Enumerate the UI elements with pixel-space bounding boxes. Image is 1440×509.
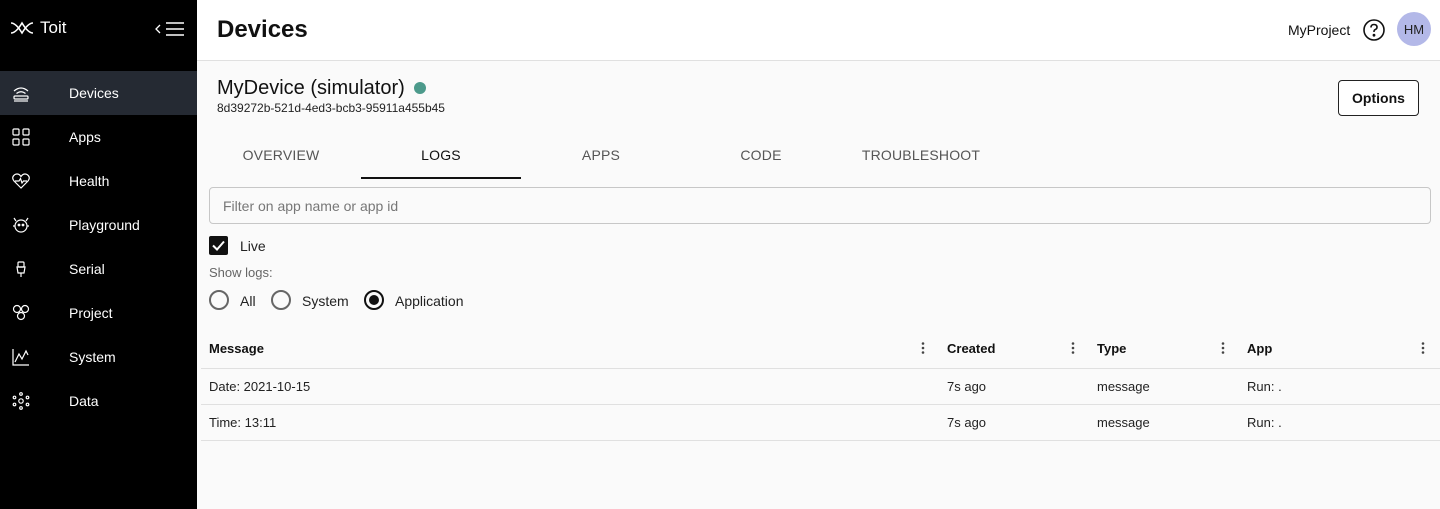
sidebar-item-project[interactable]: Project (0, 291, 197, 335)
devices-icon (13, 87, 29, 102)
sidebar-item-label: Data (69, 393, 99, 409)
project-icon (12, 304, 30, 321)
sidebar-item-health[interactable]: Health (0, 159, 197, 203)
sidebar-item-label: Health (69, 173, 110, 189)
cell-message: Date: 2021-10-15 (209, 379, 311, 394)
sidebar-nav: Devices Apps Health Playground Serial Pr… (0, 71, 197, 423)
live-label: Live (240, 238, 266, 254)
tab-apps[interactable]: APPS (521, 130, 681, 179)
cell-app: Run: . (1247, 379, 1282, 394)
radio-all[interactable] (209, 290, 229, 310)
playground-icon (13, 217, 29, 233)
sidebar-item-label: Apps (69, 129, 101, 145)
column-menu-icon[interactable] (1069, 340, 1077, 356)
log-filter-input[interactable] (209, 187, 1431, 224)
project-selector[interactable]: MyProject (1288, 22, 1350, 38)
device-id: 8d39272b-521d-4ed3-bcb3-95911a455b45 (217, 101, 445, 115)
table-divider (201, 404, 1440, 405)
toit-logo-icon (10, 21, 34, 35)
tab-code[interactable]: CODE (681, 130, 841, 179)
sidebar-item-label: Devices (69, 85, 119, 101)
sidebar-item-system[interactable]: System (0, 335, 197, 379)
online-status-dot (414, 82, 426, 94)
sidebar-item-label: Serial (69, 261, 105, 277)
apps-icon (12, 128, 30, 146)
table-divider (201, 440, 1440, 441)
column-menu-icon[interactable] (1419, 340, 1427, 356)
tab-logs[interactable]: LOGS (361, 130, 521, 179)
menu-collapse-icon (155, 22, 184, 36)
cell-created: 7s ago (947, 379, 987, 394)
column-header-created[interactable]: Created (947, 341, 995, 356)
cell-type: message (1097, 415, 1150, 430)
sidebar-item-data[interactable]: Data (0, 379, 197, 423)
radio-system-label: System (302, 293, 349, 309)
checkmark-icon (212, 240, 225, 251)
sidebar-item-label: Project (69, 305, 113, 321)
top-header: Devices MyProject HM (197, 0, 1440, 61)
brand-logo[interactable]: Toit (10, 17, 66, 39)
sidebar-item-label: System (69, 349, 116, 365)
tab-overview[interactable]: OVERVIEW (201, 130, 361, 179)
radio-application-label: Application (395, 293, 464, 309)
brand-name: Toit (40, 18, 67, 37)
data-icon (12, 392, 30, 410)
page-title: Devices (217, 16, 308, 43)
column-header-app[interactable]: App (1247, 341, 1272, 356)
serial-icon (16, 261, 26, 277)
live-checkbox[interactable] (209, 236, 228, 255)
sidebar-item-playground[interactable]: Playground (0, 203, 197, 247)
column-menu-icon[interactable] (919, 340, 927, 356)
cell-message: Time: 13:11 (209, 415, 277, 430)
radio-system[interactable] (271, 290, 291, 310)
column-header-message[interactable]: Message (209, 341, 264, 356)
radio-all-label: All (240, 293, 256, 309)
collapse-sidebar-button[interactable] (155, 20, 185, 38)
sidebar-item-devices[interactable]: Devices (0, 71, 197, 115)
show-logs-label: Show logs: (209, 265, 273, 280)
sidebar-item-label: Playground (69, 217, 140, 233)
sidebar-item-apps[interactable]: Apps (0, 115, 197, 159)
health-icon (12, 173, 30, 189)
cell-created: 7s ago (947, 415, 987, 430)
tab-troubleshoot[interactable]: TROUBLESHOOT (841, 130, 1001, 179)
table-divider (201, 368, 1440, 369)
radio-application[interactable] (364, 290, 384, 310)
device-name: MyDevice (simulator) (217, 77, 405, 99)
help-icon[interactable] (1362, 18, 1386, 42)
cell-app: Run: . (1247, 415, 1282, 430)
cell-type: message (1097, 379, 1150, 394)
device-tabs: OVERVIEW LOGS APPS CODE TROUBLESHOOT (201, 130, 1001, 179)
avatar[interactable]: HM (1397, 12, 1431, 46)
column-header-type[interactable]: Type (1097, 341, 1126, 356)
sidebar-item-serial[interactable]: Serial (0, 247, 197, 291)
options-button[interactable]: Options (1338, 80, 1419, 116)
system-icon (12, 349, 29, 366)
sidebar: Toit Devices Apps Health Playground Seri… (0, 0, 197, 509)
column-menu-icon[interactable] (1219, 340, 1227, 356)
